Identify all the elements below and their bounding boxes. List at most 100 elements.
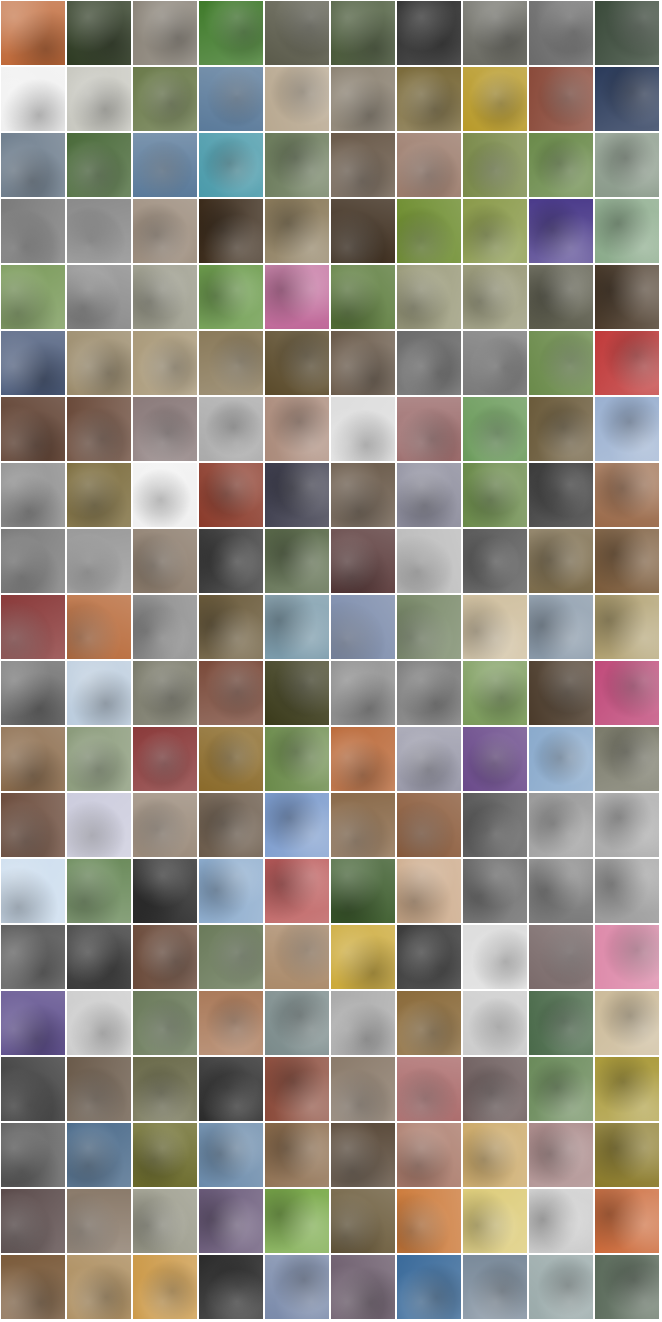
image-tile-water-tower <box>199 1123 263 1187</box>
image-tile-spider <box>529 1 593 65</box>
image-tile-aquarium <box>67 925 131 989</box>
image-tile-furniture <box>529 595 593 659</box>
image-tile-wooden-chest <box>595 529 659 593</box>
image-tile-child <box>529 1189 593 1253</box>
image-tile-pizza <box>67 1255 131 1319</box>
image-tile-clarinet <box>331 793 395 857</box>
image-tile-wok <box>265 1123 329 1187</box>
image-tile-red-panda <box>529 331 593 395</box>
image-tile-fur-coat <box>331 661 395 725</box>
image-tile-elephants <box>463 331 527 395</box>
image-tile-volleyball <box>67 1123 131 1187</box>
image-tile-leaves <box>1 265 65 329</box>
image-tile-crocodile <box>133 1 197 65</box>
image-tile-coffee-cup <box>199 1255 263 1319</box>
image-tile-hand <box>265 397 329 461</box>
image-tile-dogs-on-grass <box>463 133 527 197</box>
image-tile-tub <box>595 397 659 461</box>
image-tile-silver-car <box>397 727 461 791</box>
image-tile-beach <box>529 1255 593 1319</box>
image-tile-football <box>199 925 263 989</box>
image-tile-lizard <box>265 1 329 65</box>
image-tile-keyboard <box>133 595 197 659</box>
image-tile-stereo <box>463 529 527 593</box>
image-tile-handkerchief <box>265 859 329 923</box>
image-tile-gourd <box>595 595 659 659</box>
image-tile-pomegranate <box>595 1189 659 1253</box>
image-tile-bird-in-tree <box>133 67 197 131</box>
image-tile-bird-statue <box>133 265 197 329</box>
image-tile-penguins <box>67 133 131 197</box>
image-tile-cauliflower <box>199 1189 263 1253</box>
image-tile-vintage-car <box>265 595 329 659</box>
image-tile-orange <box>397 1189 461 1253</box>
image-tile-alligator <box>331 1 395 65</box>
image-tile-tree-frog <box>199 1 263 65</box>
image-tile-book-cover <box>463 727 527 791</box>
image-tile-woman-portrait <box>331 463 395 527</box>
image-tile-atm <box>397 529 461 593</box>
image-tile-rally-car <box>199 991 263 1055</box>
image-tile-backpack <box>199 397 263 461</box>
image-tile-pancake <box>265 661 329 725</box>
image-tile-cat-in-dark <box>199 199 263 263</box>
image-tile-salamander <box>67 1 131 65</box>
image-tile-torch <box>199 1057 263 1121</box>
image-tile-crane <box>331 595 395 659</box>
image-tile-coast <box>463 1255 527 1319</box>
image-tile-spider-macro <box>67 265 131 329</box>
image-tile-plaque <box>595 463 659 527</box>
image-tile-ladybug <box>397 199 461 263</box>
image-tile-office <box>463 595 527 659</box>
image-tile-field-people <box>529 727 593 791</box>
image-tile-albatross <box>133 133 197 197</box>
image-tile-scorpion <box>463 1 527 65</box>
image-tile-corridor <box>463 859 527 923</box>
image-tile-umbrella <box>529 1057 593 1121</box>
image-tile-glass-jar <box>133 1123 197 1187</box>
image-tile-rust-sculpture <box>67 595 131 659</box>
image-tile-bison <box>1 331 65 395</box>
image-tile-dumbbell <box>1 661 65 725</box>
image-tile-ram <box>67 331 131 395</box>
image-tile-cake <box>1 1255 65 1319</box>
image-tile-goldfish <box>1 1 65 65</box>
image-tile-bottle <box>265 463 329 527</box>
image-tile-store-interior <box>199 595 263 659</box>
image-tile-garden <box>265 727 329 791</box>
image-tile-greenhouse <box>529 991 593 1055</box>
image-tile-legs-skirt <box>1 793 65 857</box>
image-tile-utensils <box>331 1123 395 1187</box>
image-tile-thatched-roof <box>133 1057 197 1121</box>
image-tile-organ-pipes <box>397 793 461 857</box>
image-tile-stopwatch <box>331 991 395 1055</box>
image-tile-pills <box>1 859 65 923</box>
image-tile-city-view <box>397 463 461 527</box>
image-tile-chain <box>529 529 593 593</box>
image-tile-birdhouse <box>463 463 527 527</box>
image-tile-hermit-crab <box>595 67 659 131</box>
image-tile-lobster-dish <box>199 463 263 527</box>
image-tile-butterfly <box>265 265 329 329</box>
image-tile-rocking-chair <box>133 925 197 989</box>
image-tile-grasshopper <box>595 199 659 263</box>
image-tile-snail <box>397 67 461 131</box>
image-tile-street <box>67 727 131 791</box>
image-tile-bird-on-branch <box>595 1 659 65</box>
image-tile-sheepdog <box>595 133 659 197</box>
image-tile-lemon <box>463 1189 527 1253</box>
image-tile-market <box>133 529 197 593</box>
image-tile-tractor <box>265 1057 329 1121</box>
image-tile-sunglasses <box>397 991 461 1055</box>
image-tile-gorilla <box>397 331 461 395</box>
image-tile-tomato-dish <box>463 1123 527 1187</box>
image-tile-silhouette <box>331 1255 395 1319</box>
image-tile-sewing-machine <box>463 925 527 989</box>
image-tile-arch <box>331 1057 395 1121</box>
image-tile-viaduct <box>1 1123 65 1187</box>
image-tile-parking-meter <box>463 793 527 857</box>
image-tile-window <box>463 1057 527 1121</box>
image-tile-mushrooms <box>331 1189 395 1253</box>
image-tile-pepper <box>265 1189 329 1253</box>
image-tile-puppies <box>331 133 395 197</box>
